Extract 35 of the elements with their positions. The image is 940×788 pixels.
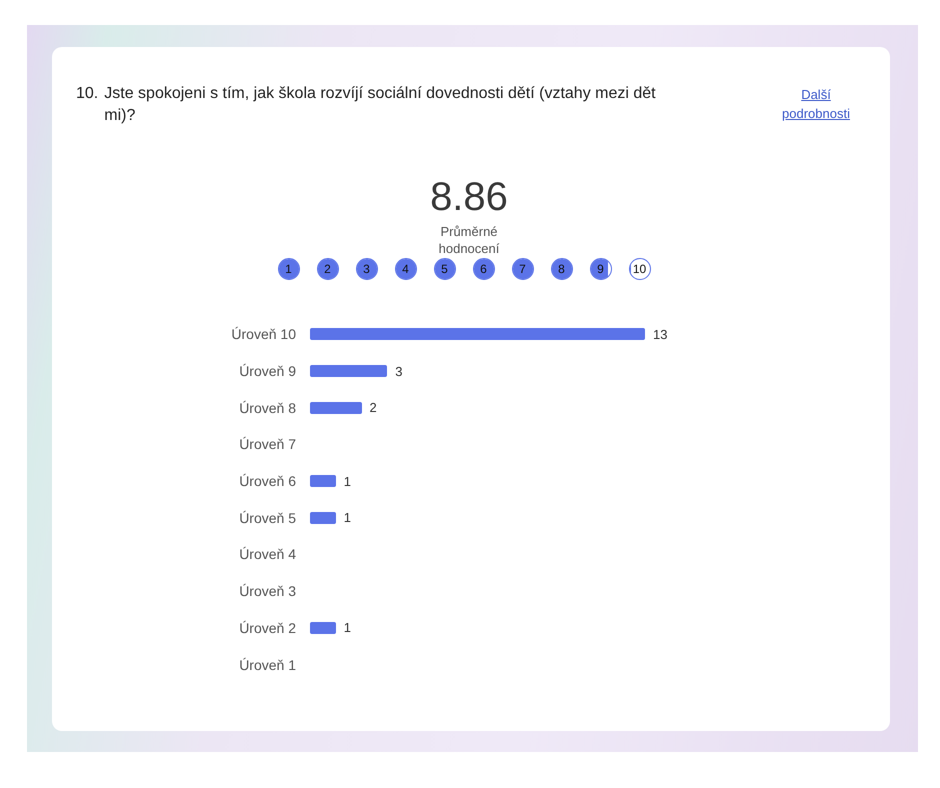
rating-number: 10 <box>632 262 648 276</box>
question-number: 10. <box>76 84 98 104</box>
value-label: 13 <box>653 326 668 342</box>
category-label: Úroveň 6 <box>238 473 297 490</box>
category-label: Úroveň 5 <box>238 510 297 526</box>
category-label: Úroveň 3 <box>238 583 297 600</box>
bar <box>310 402 362 414</box>
rating-number: 3 <box>362 262 371 276</box>
category-label: Úroveň 1 <box>238 656 297 673</box>
bar <box>310 512 336 524</box>
value-label: 1 <box>344 474 351 489</box>
question-text: Jste spokojeni s tím, jak škola rozvíjí sociální dovednosti dětí (vztahy mezi dětmi)? <box>104 84 657 126</box>
bar <box>310 475 336 488</box>
rating-number: 6 <box>479 262 488 276</box>
value-label: 1 <box>344 510 351 526</box>
category-label: Úroveň 4 <box>238 546 297 562</box>
details-link[interactable]: Další podrobnosti <box>770 85 862 123</box>
category-label: Úroveň 9 <box>238 363 297 380</box>
rating-number: 1 <box>284 262 293 276</box>
rating-number: 9 <box>596 262 605 276</box>
category-label: Úroveň 7 <box>238 436 297 452</box>
bar <box>310 622 336 634</box>
rating-number: 8 <box>557 262 566 276</box>
value-label: 2 <box>370 400 377 416</box>
value-label: 1 <box>344 620 351 636</box>
average-value: 8.86 <box>430 175 508 219</box>
rating-number: 2 <box>323 262 332 276</box>
category-label: Úroveň 8 <box>238 400 297 416</box>
rating-number: 4 <box>401 262 410 276</box>
average-label: Průměrné hodnocení <box>438 223 500 257</box>
rating-number: 5 <box>440 262 449 276</box>
value-label: 3 <box>395 364 403 379</box>
rating-number: 7 <box>518 262 527 276</box>
category-label: Úroveň 10 <box>230 326 297 342</box>
category-label: Úroveň 2 <box>238 620 297 636</box>
